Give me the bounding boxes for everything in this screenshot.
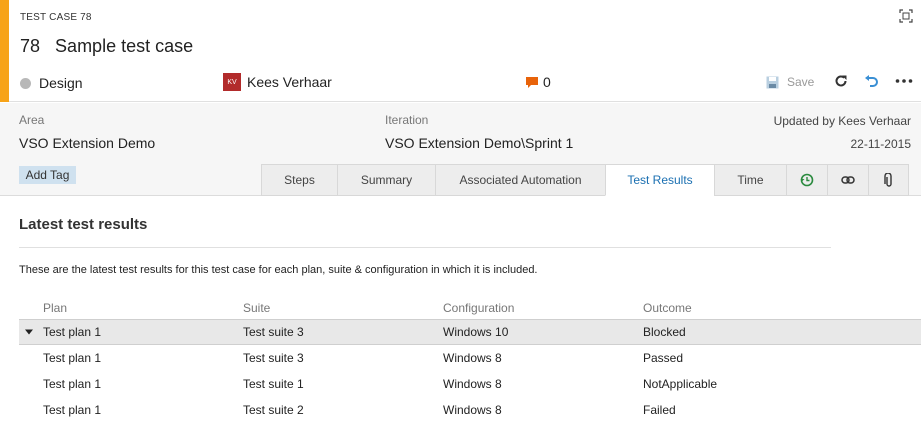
maximize-icon[interactable] (899, 9, 913, 23)
test-results-grid: Plan Suite Configuration Outcome Test pl… (19, 297, 921, 423)
column-header-configuration[interactable]: Configuration (443, 301, 514, 315)
tab-attachments[interactable] (868, 164, 909, 196)
area-label: Area (19, 113, 45, 127)
cell-plan: Test plan 1 (43, 377, 102, 391)
work-item-title-row[interactable]: 78 Sample test case (20, 36, 193, 57)
history-icon (800, 173, 814, 187)
save-icon (766, 76, 779, 88)
cell-suite: Test suite 2 (243, 403, 304, 417)
tab-test-results[interactable]: Test Results (605, 164, 714, 196)
discussion-count[interactable]: 0 (525, 74, 551, 90)
save-button[interactable]: Save (766, 75, 814, 89)
work-item-header: TEST CASE 78 78 Sample test case Design … (0, 0, 921, 102)
link-icon (841, 176, 855, 184)
iteration-field[interactable]: VSO Extension Demo\Sprint 1 (385, 135, 573, 151)
state-dropdown[interactable]: Design (20, 75, 83, 91)
divider (19, 247, 831, 248)
cell-configuration: Windows 8 (443, 403, 502, 417)
tab-history[interactable] (786, 164, 827, 196)
work-item-type-label: TEST CASE 78 (20, 12, 92, 23)
updated-date: 22-11-2015 (850, 137, 912, 151)
column-header-outcome[interactable]: Outcome (643, 301, 692, 315)
cell-suite: Test suite 3 (243, 325, 304, 339)
iteration-label: Iteration (385, 113, 429, 127)
updated-by-text: Updated by Kees Verhaar (773, 114, 911, 128)
cell-plan: Test plan 1 (43, 325, 102, 339)
table-row[interactable]: Test plan 1 Test suite 2 Windows 8 Faile… (19, 397, 921, 423)
cell-plan: Test plan 1 (43, 351, 102, 365)
tab-links[interactable] (827, 164, 868, 196)
undo-icon[interactable] (864, 74, 880, 91)
add-tag-button[interactable]: Add Tag (19, 166, 76, 184)
cell-configuration: Windows 8 (443, 351, 502, 365)
assignee-name: Kees Verhaar (247, 74, 332, 90)
table-row[interactable]: Test plan 1 Test suite 3 Windows 10 Bloc… (19, 319, 921, 345)
cell-outcome: Failed (643, 403, 676, 417)
tab-time[interactable]: Time (714, 164, 786, 196)
save-label: Save (787, 75, 815, 89)
work-item-type-color-bar (0, 0, 9, 102)
cell-outcome: NotApplicable (643, 377, 718, 391)
state-indicator-icon (20, 77, 31, 89)
grid-header: Plan Suite Configuration Outcome (19, 297, 921, 319)
refresh-icon[interactable] (834, 74, 848, 91)
selected-row-indicator-icon (25, 329, 33, 335)
table-row[interactable]: Test plan 1 Test suite 3 Windows 8 Passe… (19, 345, 921, 371)
page-description: These are the latest test results for th… (19, 264, 538, 276)
cell-outcome: Passed (643, 351, 684, 365)
tab-steps[interactable]: Steps (261, 164, 337, 196)
cell-suite: Test suite 3 (243, 351, 304, 365)
work-item-title[interactable]: Sample test case (55, 36, 193, 56)
state-label: Design (39, 75, 83, 91)
tab-summary[interactable]: Summary (337, 164, 435, 196)
cell-configuration: Windows 8 (443, 377, 502, 391)
cell-suite: Test suite 1 (243, 377, 304, 391)
column-header-suite[interactable]: Suite (243, 301, 270, 315)
cell-outcome: Blocked (643, 325, 686, 339)
work-item-id: 78 (20, 36, 41, 56)
assigned-to-field[interactable]: KV Kees Verhaar (223, 73, 332, 91)
comment-icon (525, 76, 539, 89)
table-row[interactable]: Test plan 1 Test suite 1 Windows 8 NotAp… (19, 371, 921, 397)
cell-configuration: Windows 10 (443, 325, 509, 339)
work-item-tabs: Steps Summary Associated Automation Test… (261, 164, 909, 196)
more-actions-icon[interactable] (895, 74, 913, 91)
page-title: Latest test results (19, 216, 148, 233)
cell-plan: Test plan 1 (43, 403, 102, 417)
area-field[interactable]: VSO Extension Demo (19, 135, 155, 151)
avatar: KV (223, 73, 241, 91)
tab-associated-automation[interactable]: Associated Automation (435, 164, 605, 196)
attachment-icon (883, 172, 892, 187)
comment-count: 0 (543, 74, 551, 90)
column-header-plan[interactable]: Plan (43, 301, 67, 315)
